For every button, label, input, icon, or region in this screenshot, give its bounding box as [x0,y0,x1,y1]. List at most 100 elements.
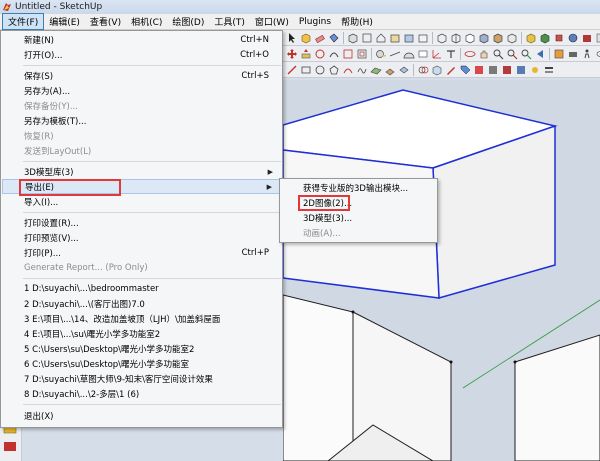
menu-item-3d-warehouse[interactable]: 3D模型库(3) ▶ [2,164,281,179]
menu-edit[interactable]: 编辑(E) [44,14,85,29]
select-tool-icon[interactable] [286,32,298,44]
menu-file[interactable]: 文件(F) [2,13,45,30]
stamp-icon[interactable] [384,64,396,76]
shadow-icon[interactable] [515,64,527,76]
component-icon[interactable] [300,32,312,44]
scale-icon[interactable] [342,48,354,60]
menu-item-save-as-template[interactable]: 另存为模板(T)... [2,113,281,128]
3d-text-icon[interactable] [445,48,457,60]
tape-measure-icon[interactable] [375,48,387,60]
monochrome-style-icon[interactable] [506,32,518,44]
vertex-dot [449,360,453,364]
zoom-window-icon[interactable] [506,48,518,60]
dimension-icon[interactable] [389,48,401,60]
soften-icon[interactable] [487,64,499,76]
paint-bucket-icon[interactable] [328,32,340,44]
menu-help[interactable]: 帮助(H) [336,14,378,29]
menu-item-new[interactable]: 新建(N) Ctrl+N [2,32,281,47]
menu-item-send-to-layout[interactable]: 发送到LayOut(L) [2,143,281,158]
position-camera-icon[interactable] [567,48,579,60]
recent-file-7[interactable]: 7 D:\suyachi\草图大师\9-知末\客厅空间设计效果 [2,371,281,386]
rectangle-icon[interactable] [300,64,312,76]
move-icon[interactable] [286,48,298,60]
polygon-icon[interactable] [328,64,340,76]
menu-camera[interactable]: 相机(C) [126,14,167,29]
sandbox-icon[interactable] [370,64,382,76]
section-plane-icon[interactable] [553,48,565,60]
left-view-icon[interactable] [417,32,429,44]
submenu-item-get-pro[interactable]: 获得专业版的3D输出模块... [281,180,436,195]
outer-shell-icon[interactable] [431,64,443,76]
menu-item-save-as[interactable]: 另存为(A)... [2,83,281,98]
menu-item-exit[interactable]: 退出(X) [2,408,281,423]
textured-style-icon[interactable] [492,32,504,44]
zoom-extents-icon[interactable] [520,48,532,60]
back-view-icon[interactable] [403,32,415,44]
fog-icon[interactable] [501,64,513,76]
photo-textures-icon[interactable] [567,32,579,44]
wireframe-style-icon[interactable] [450,32,462,44]
recent-file-5[interactable]: 5 C:\Users\su\Desktop\曙光小学多功能室2 [2,341,281,356]
red-pencil-icon[interactable] [445,64,457,76]
xray-style-icon[interactable] [436,32,448,44]
layout-icon[interactable] [595,32,600,44]
intersect-icon[interactable] [417,64,429,76]
eraser-icon[interactable] [314,32,326,44]
submenu-item-animation[interactable]: 动画(A)... [281,225,436,240]
recent-file-4[interactable]: 4 E:\项目\...\su\曙光小学多功能室2 [2,326,281,341]
menu-item-open[interactable]: 打开(O)... Ctrl+O [2,47,281,62]
recent-file-3[interactable]: 3 E:\项目\...\14、改造加盖坡顶（LJH）\加盖斜屋面 [2,311,281,326]
rotate-icon[interactable] [314,48,326,60]
menu-item-print-setup[interactable]: 打印设置(R)... [2,215,281,230]
recent-file-8[interactable]: 8 D:\suyachi\...\2-多层\1 (6) [2,386,281,401]
iso-view-icon[interactable] [347,32,359,44]
push-pull-icon[interactable] [300,48,312,60]
menu-item-save-backup[interactable]: 保存备份(Y)... [2,98,281,113]
zoom-icon[interactable] [492,48,504,60]
material-icon[interactable] [473,64,485,76]
sun-icon[interactable] [529,64,541,76]
drape-icon[interactable] [398,64,410,76]
menu-item-print-preview[interactable]: 打印预览(V)... [2,230,281,245]
menu-item-save[interactable]: 保存(S) Ctrl+S [2,68,281,83]
look-around-icon[interactable] [595,48,600,60]
line-icon[interactable] [286,64,298,76]
walk-icon[interactable] [581,48,593,60]
3d-viewport[interactable] [283,80,600,461]
arc-icon[interactable] [342,64,354,76]
previous-view-icon[interactable] [534,48,546,60]
layers-icon[interactable] [543,64,555,76]
menu-window[interactable]: 窗口(W) [250,14,294,29]
freehand-icon[interactable] [356,64,368,76]
recent-file-2[interactable]: 2 D:\suyachi\...\(客厅出图)7.0 [2,296,281,311]
menu-plugins[interactable]: Plugins [294,16,336,28]
menu-view[interactable]: 查看(V) [85,14,126,29]
hidden-line-style-icon[interactable] [464,32,476,44]
menu-item-generate-report[interactable]: Generate Report... (Pro Only) [2,260,281,275]
top-view-icon[interactable] [361,32,373,44]
menu-item-import[interactable]: 导入(I)... [2,194,281,209]
text-icon[interactable] [417,48,429,60]
right-view-icon[interactable] [389,32,401,44]
follow-me-icon[interactable] [328,48,340,60]
menu-draw[interactable]: 绘图(D) [167,14,209,29]
share-model-icon[interactable] [539,32,551,44]
extension-warehouse-icon[interactable] [581,32,593,44]
get-models-icon[interactable] [525,32,537,44]
share-component-icon[interactable] [553,32,565,44]
offset-icon[interactable] [356,48,368,60]
tag-icon[interactable] [459,64,471,76]
pan-icon[interactable] [478,48,490,60]
axes-icon[interactable] [431,48,443,60]
front-view-icon[interactable] [375,32,387,44]
submenu-item-3d-model[interactable]: 3D模型(3)... [281,210,436,225]
circle-icon[interactable] [314,64,326,76]
menu-item-print[interactable]: 打印(P)... Ctrl+P [2,245,281,260]
shaded-style-icon[interactable] [478,32,490,44]
recent-file-6[interactable]: 6 C:\Users\su\Desktop\曙光小学多功能室 [2,356,281,371]
menu-item-revert[interactable]: 恢复(R) [2,128,281,143]
orbit-icon[interactable] [464,48,476,60]
protractor-icon[interactable] [403,48,415,60]
recent-file-1[interactable]: 1 D:\suyachi\...\bedroommaster [2,281,281,296]
menu-tools[interactable]: 工具(T) [209,14,250,29]
